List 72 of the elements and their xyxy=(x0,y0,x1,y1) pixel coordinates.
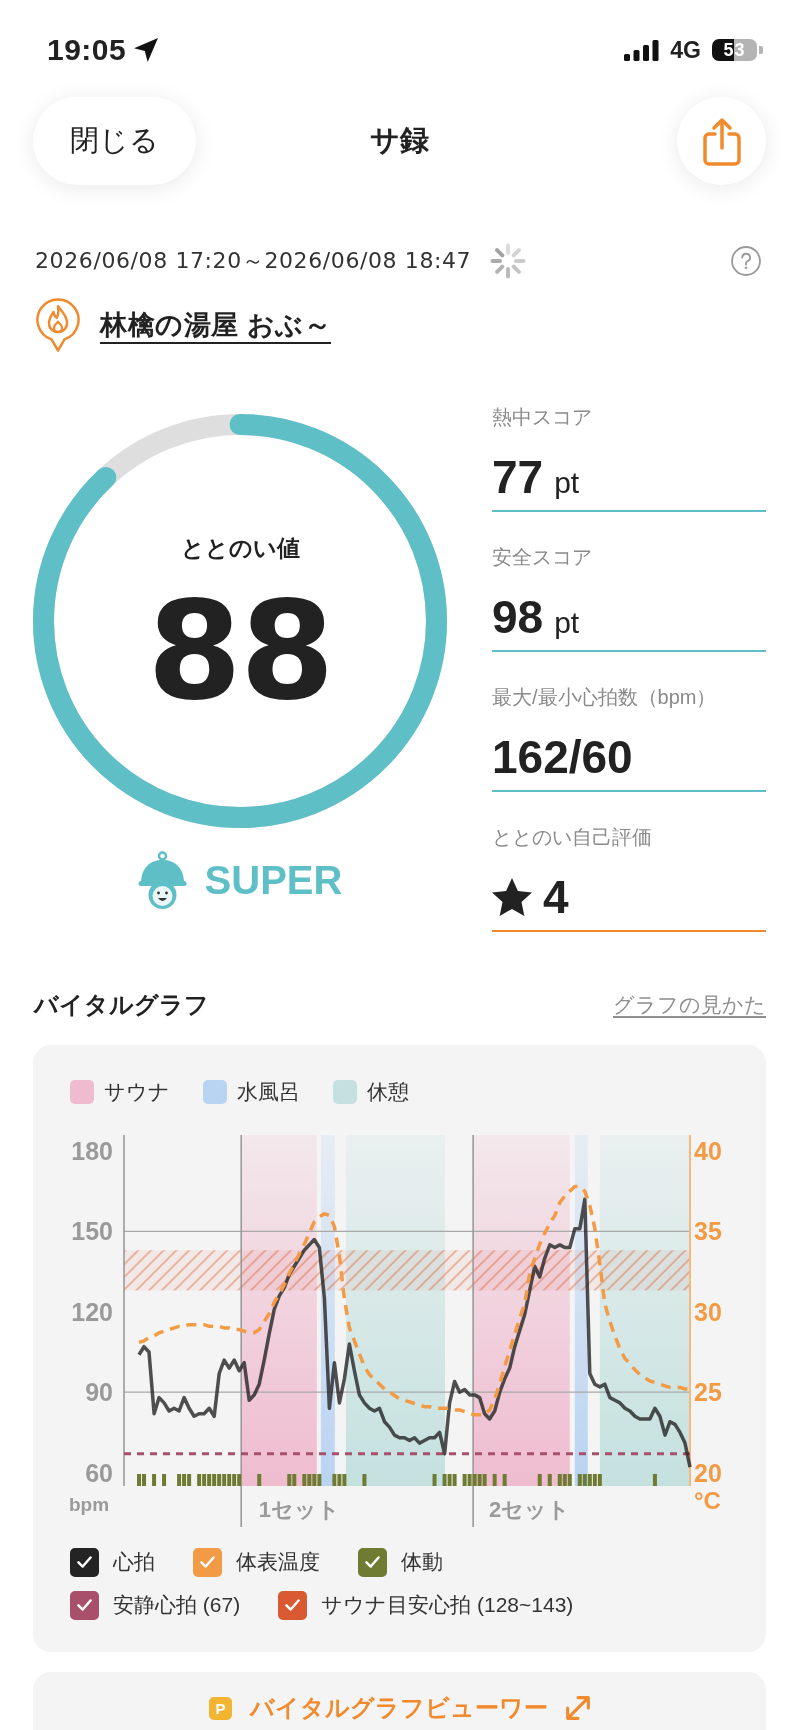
signal-icon xyxy=(624,39,660,61)
legend-label: 水風呂 xyxy=(237,1080,300,1104)
stat-label: 熱中スコア xyxy=(492,405,593,430)
movement-bar xyxy=(257,1474,262,1486)
y-tick-label: 90 xyxy=(85,1378,113,1407)
stat-label: 安全スコア xyxy=(492,545,593,570)
movement-bar xyxy=(502,1474,507,1486)
stat-value: 162/60 xyxy=(492,730,633,785)
rank-label: SUPER xyxy=(204,857,343,903)
y-tick-label: 60 xyxy=(85,1458,113,1487)
movement-bar xyxy=(152,1474,157,1486)
legend-label: サウナ xyxy=(104,1080,170,1104)
series-checkbox[interactable] xyxy=(70,1590,99,1620)
screen-title: サ録 xyxy=(370,123,429,158)
battery-indicator: 53 xyxy=(712,39,763,61)
score-label: ととのい値 xyxy=(180,534,300,563)
set-label: 2セット xyxy=(489,1496,571,1522)
flame-pin-icon xyxy=(35,298,81,352)
status-time: 19:05 xyxy=(47,36,127,64)
section-title: バイタルグラフ xyxy=(34,990,209,1020)
movement-bar xyxy=(537,1474,542,1486)
check-icon xyxy=(77,1599,92,1611)
y2-tick-label: 25 xyxy=(694,1378,722,1407)
y-tick-label: 180 xyxy=(71,1137,113,1166)
share-icon xyxy=(702,116,741,166)
series-label: 心拍 xyxy=(113,1549,155,1575)
y2-tick-label: 35 xyxy=(694,1217,722,1246)
star-icon xyxy=(492,878,532,916)
check-icon xyxy=(77,1556,92,1568)
series-checkbox[interactable] xyxy=(278,1590,308,1620)
y-axis-unit: bpm xyxy=(69,1493,110,1515)
movement-bar xyxy=(432,1474,437,1486)
series-checkbox[interactable] xyxy=(193,1547,222,1577)
y2-axis-unit: °C xyxy=(694,1486,721,1514)
stat-value: 4 xyxy=(543,870,569,925)
stat-unit: pt xyxy=(554,605,580,641)
y-tick-label: 150 xyxy=(71,1217,113,1246)
hat-face-icon xyxy=(137,851,187,909)
y2-tick-label: 40 xyxy=(694,1137,722,1166)
series-checkbox[interactable] xyxy=(358,1547,387,1577)
help-icon[interactable] xyxy=(731,246,761,276)
y2-tick-label: 20 xyxy=(694,1458,722,1487)
series-label: サウナ目安心拍 (128~143) xyxy=(321,1592,574,1618)
location-arrow-icon xyxy=(134,38,159,62)
session-period: 2026/06/08 17:20～2026/06/08 18:47 xyxy=(35,247,472,275)
check-icon xyxy=(365,1556,380,1568)
score-value: 88 xyxy=(147,591,333,711)
check-icon xyxy=(200,1556,215,1568)
series-checkbox[interactable] xyxy=(70,1547,99,1577)
network-type: 4G xyxy=(670,38,701,62)
check-icon xyxy=(285,1599,301,1611)
movement-bar xyxy=(362,1474,367,1486)
expand-icon xyxy=(566,1696,590,1720)
stat-value: 98 xyxy=(492,590,544,645)
legend-label: 休憩 xyxy=(367,1080,409,1104)
movement-bar xyxy=(492,1474,497,1486)
close-button[interactable]: 閉じる xyxy=(33,97,196,185)
stat-value: 77 xyxy=(492,450,544,505)
y-tick-label: 120 xyxy=(71,1297,113,1326)
movement-bar xyxy=(162,1474,167,1486)
stat-label: 最大/最小心拍数（bpm） xyxy=(492,685,718,710)
series-label: 安静心拍 (67) xyxy=(113,1592,241,1618)
stat-unit: pt xyxy=(554,465,580,501)
letter-badge: P xyxy=(209,1696,232,1720)
set-label: 1セット xyxy=(258,1496,340,1522)
facility-link[interactable]: 林檎の湯屋 おぶ～ xyxy=(100,307,331,343)
y2-tick-label: 30 xyxy=(694,1297,722,1326)
series-label: 体表温度 xyxy=(236,1549,320,1575)
series-label: 体動 xyxy=(401,1549,443,1575)
stat-label: ととのい自己評価 xyxy=(492,825,653,850)
movement-bar xyxy=(547,1474,552,1486)
movement-bar xyxy=(652,1474,657,1486)
